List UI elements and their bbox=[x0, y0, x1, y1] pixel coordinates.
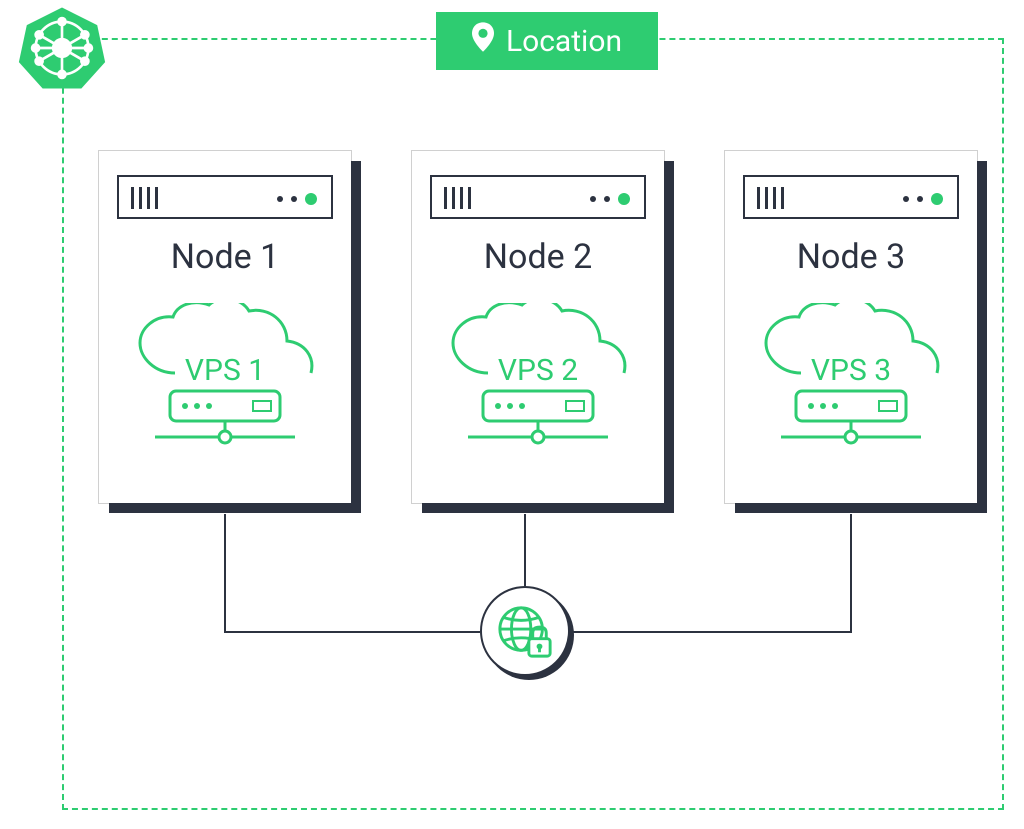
node-label: Node 3 bbox=[797, 237, 905, 277]
globe-lock-icon bbox=[480, 586, 570, 676]
server-icon bbox=[117, 175, 333, 219]
nodes-row: Node 1 VPS 1 Node 2 bbox=[98, 150, 978, 504]
cloud-vps-icon: VPS 3 bbox=[751, 303, 951, 453]
node-card-3: Node 3 VPS 3 bbox=[724, 150, 978, 504]
pin-icon bbox=[472, 22, 494, 60]
cloud-vps-icon: VPS 1 bbox=[125, 303, 325, 453]
vps-label: VPS 1 bbox=[125, 353, 325, 388]
server-icon bbox=[743, 175, 959, 219]
location-badge: Location bbox=[436, 12, 658, 70]
node-label: Node 1 bbox=[171, 237, 279, 277]
kubernetes-icon bbox=[18, 4, 106, 92]
node-card-1: Node 1 VPS 1 bbox=[98, 150, 352, 504]
cloud-vps-icon: VPS 2 bbox=[438, 303, 638, 453]
vps-label: VPS 2 bbox=[438, 353, 638, 388]
server-icon bbox=[430, 175, 646, 219]
node-card-2: Node 2 VPS 2 bbox=[411, 150, 665, 504]
vps-label: VPS 3 bbox=[751, 353, 951, 388]
location-label: Location bbox=[506, 24, 622, 59]
node-label: Node 2 bbox=[484, 237, 592, 277]
